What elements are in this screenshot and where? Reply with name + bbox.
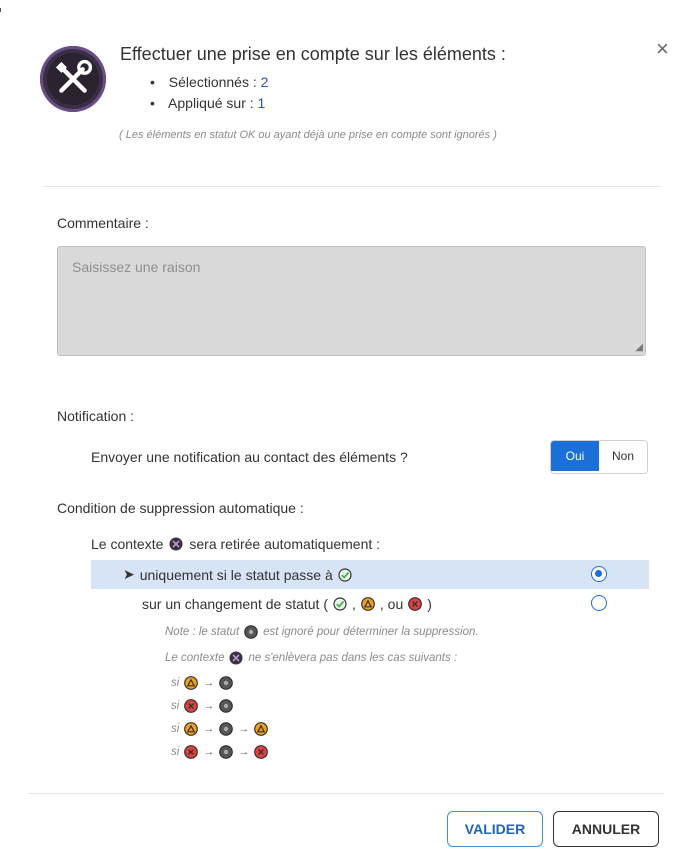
close-icon[interactable]: × xyxy=(656,36,669,62)
context-prefix: Le contexte xyxy=(91,536,164,552)
warning-status-icon xyxy=(184,676,199,690)
option-any-change-suffix: ) xyxy=(427,595,432,612)
option-any-change-sep1: , xyxy=(352,595,356,612)
transition-arrow: → xyxy=(238,746,250,758)
transition-arrow: → xyxy=(238,723,250,735)
transition-arrow: → xyxy=(203,746,215,758)
note1-suffix: est ignoré pour déterminer la suppressio… xyxy=(263,626,479,638)
resize-grip-icon[interactable]: ◢ xyxy=(635,342,643,353)
warning-status-icon xyxy=(184,722,199,736)
applied-label: Appliqué sur : xyxy=(168,95,254,111)
selected-count: 2 xyxy=(260,74,269,90)
si-label: si xyxy=(171,700,180,712)
applied-count: 1 xyxy=(257,95,266,111)
acknowledge-modal: Effectuer une prise en compte sur les él… xyxy=(0,0,681,866)
selected-arrow-icon: ➤ xyxy=(123,566,135,582)
option-any-change-prefix: sur un changement de statut ( xyxy=(142,595,328,612)
header-divider xyxy=(44,186,660,187)
transition-arrow: → xyxy=(203,723,215,735)
exceptions-note: Le contexte ne s'enlèvera pas dans les c… xyxy=(165,651,457,665)
cancel-button[interactable]: ANNULER xyxy=(553,811,659,847)
si-label: si xyxy=(171,677,180,689)
selection-summary: Sélectionnés : 2 Appliqué sur : 1 xyxy=(150,72,268,114)
selected-label: Sélectionnés : xyxy=(168,74,257,90)
note2-suffix: ne s'enlèvera pas dans les cas suivants … xyxy=(248,652,458,664)
comment-label: Commentaire : xyxy=(57,215,149,231)
exception-warning-unknown-warning: si → → xyxy=(171,722,269,736)
footer-divider xyxy=(28,793,664,794)
context-suffix: sera retirée automatiquement : xyxy=(189,536,381,552)
unknown-status-icon xyxy=(219,699,234,713)
ignored-status-note: Note : le statut est ignoré pour détermi… xyxy=(165,625,479,639)
transition-arrow: → xyxy=(203,677,215,689)
critical-status-icon xyxy=(184,699,199,713)
transition-arrow: → xyxy=(203,700,215,712)
option-any-change-radio[interactable] xyxy=(591,595,607,611)
option-any-change[interactable]: sur un changement de statut ( , , ou ) xyxy=(91,589,649,618)
comment-textarea[interactable]: Saisissez une raison ◢ xyxy=(57,246,646,356)
notification-no-button[interactable]: Non xyxy=(599,441,647,471)
exception-critical-unknown-critical: si → → xyxy=(171,745,269,759)
critical-status-icon xyxy=(408,596,423,611)
unknown-status-icon xyxy=(219,745,234,759)
notification-toggle[interactable]: Oui Non xyxy=(550,440,648,474)
notification-label: Notification : xyxy=(57,408,135,424)
exception-critical-unknown: si → xyxy=(171,699,234,713)
option-any-change-sep2: , ou xyxy=(379,595,404,612)
si-label: si xyxy=(171,746,180,758)
option-only-ok-label: uniquement si le statut passe à xyxy=(139,566,333,583)
context-status-icon xyxy=(229,651,243,665)
notification-question: Envoyer une notification au contact des … xyxy=(91,449,408,465)
unknown-status-icon xyxy=(244,625,258,639)
wrench-screwdriver-icon xyxy=(40,46,106,112)
context-line: Le contexte sera retirée automatiquement… xyxy=(91,536,380,552)
unknown-status-icon xyxy=(219,676,234,690)
option-only-ok[interactable]: ➤ uniquement si le statut passe à xyxy=(91,560,649,589)
modal-title: Effectuer une prise en compte sur les él… xyxy=(120,44,506,64)
note2-prefix: Le contexte xyxy=(165,652,225,664)
ignored-note: ( Les éléments en statut OK ou ayant déj… xyxy=(119,129,497,141)
comment-placeholder: Saisissez une raison xyxy=(72,259,201,275)
exception-warning-unknown: si → xyxy=(171,676,234,690)
si-label: si xyxy=(171,723,180,735)
critical-status-icon xyxy=(254,745,269,759)
applied-summary: Appliqué sur : 1 xyxy=(150,93,268,114)
condition-label: Condition de suppression automatique : xyxy=(57,500,304,516)
unknown-status-icon xyxy=(219,722,234,736)
note1-prefix: Note : le statut xyxy=(165,626,240,638)
notification-yes-button[interactable]: Oui xyxy=(551,441,599,471)
validate-button[interactable]: VALIDER xyxy=(447,811,543,847)
warning-status-icon xyxy=(254,722,269,736)
ok-status-icon xyxy=(333,596,347,611)
selected-summary: Sélectionnés : 2 xyxy=(150,72,269,93)
critical-status-icon xyxy=(184,745,199,759)
warning-status-icon xyxy=(360,596,375,611)
ok-status-icon xyxy=(338,567,352,582)
option-only-ok-radio[interactable] xyxy=(591,566,607,582)
context-status-icon xyxy=(169,537,183,551)
